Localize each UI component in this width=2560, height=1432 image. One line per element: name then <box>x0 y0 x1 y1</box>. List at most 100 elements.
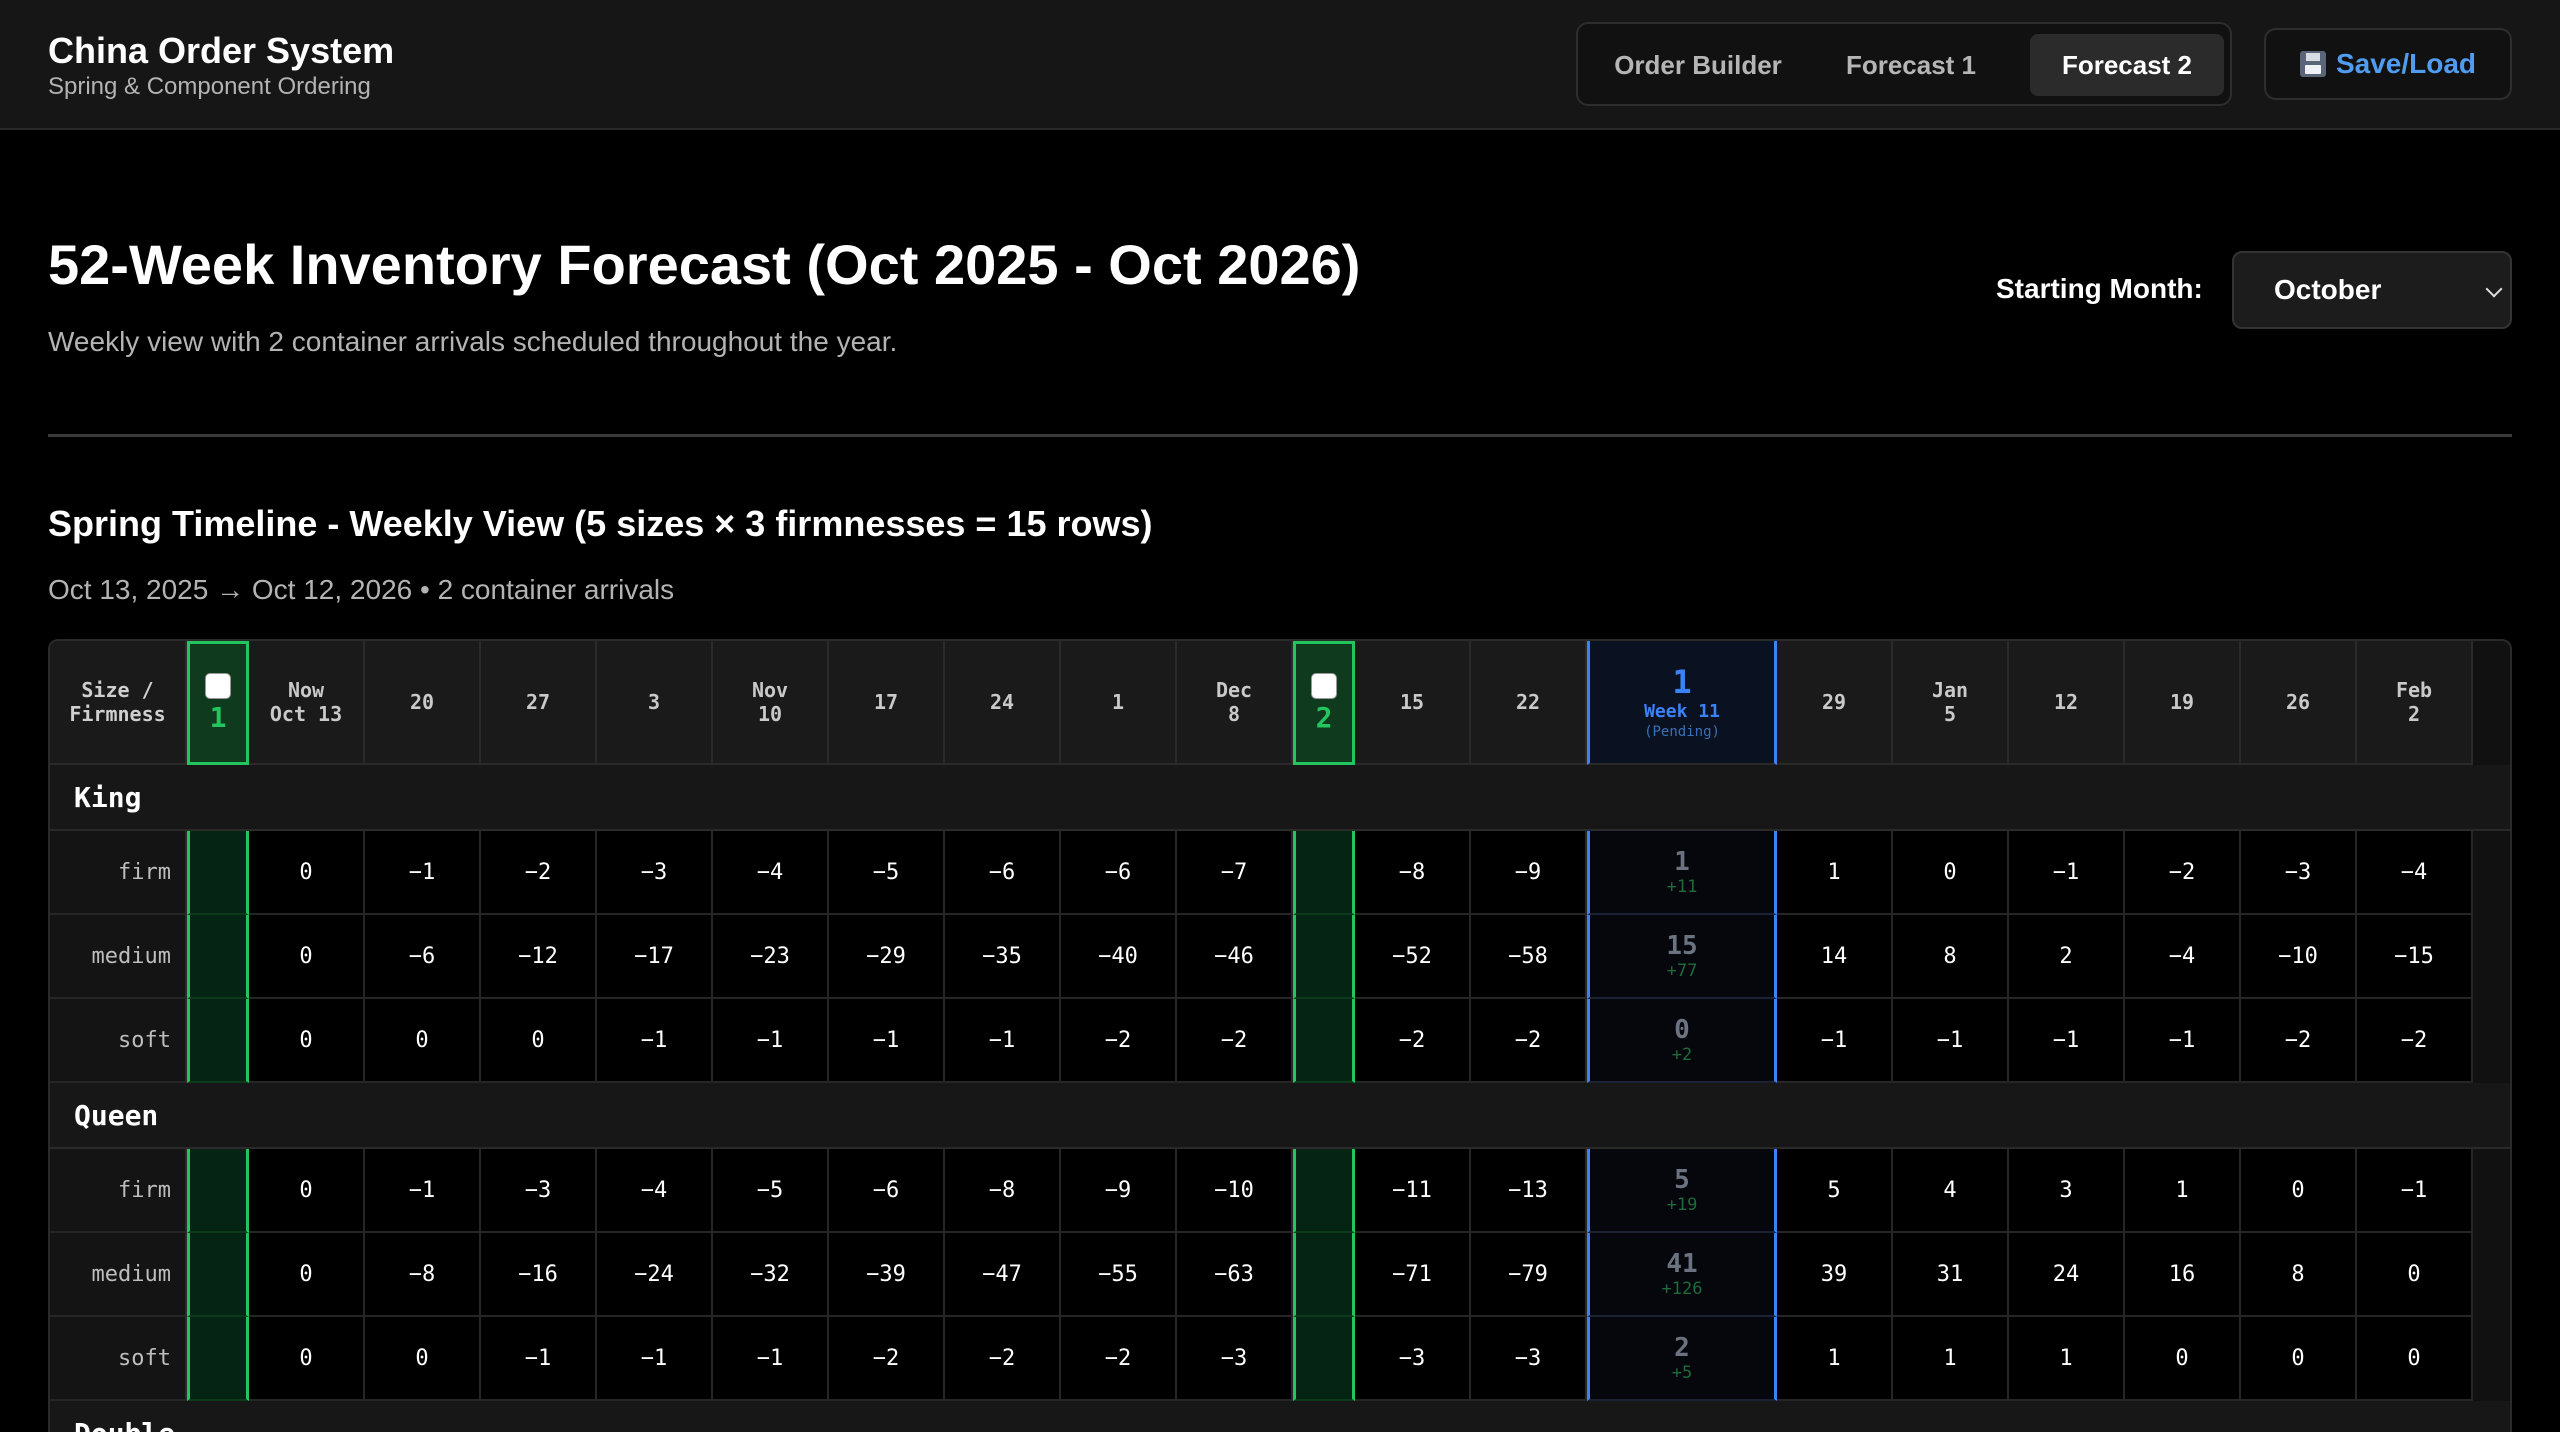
stock-value-cell: −1 <box>2125 999 2241 1083</box>
stock-value-cell: −3 <box>1355 1317 1471 1401</box>
stock-value-cell: −2 <box>829 1317 945 1401</box>
stock-value-cell: 8 <box>1893 915 2009 999</box>
timeline-subtitle: Oct 13, 2025 → Oct 12, 2026 • 2 containe… <box>48 574 675 605</box>
week-header-line-2: 27 <box>525 690 551 714</box>
spring-timeline-grid: Size / Firmness 1 Now Oct 13 20 27 3 Nov 10 17 24 1 D… <box>48 639 2512 1432</box>
container-checkbox[interactable] <box>1311 673 1337 699</box>
timeline-title: Spring Timeline - Weekly View (5 sizes ×… <box>48 503 1153 544</box>
stock-value-cell: −1 <box>2357 1149 2473 1233</box>
stock-value-cell: −3 <box>2241 831 2357 915</box>
stock-value-cell: −2 <box>481 831 597 915</box>
stock-value-cell: −1 <box>1777 999 1893 1083</box>
stock-value-cell: 1 <box>1777 1317 1893 1401</box>
tab-forecast-1[interactable]: Forecast 1 <box>1814 34 2008 96</box>
week-column-header: Jan 5 <box>1893 641 2009 765</box>
week-header-line-2: 26 <box>2285 690 2311 714</box>
pending-delta: +11 <box>1666 877 1698 897</box>
container-arrival-cell <box>187 1233 249 1317</box>
stock-value-cell: −2 <box>1061 1317 1177 1401</box>
stock-value-cell: −79 <box>1471 1233 1587 1317</box>
stock-value-cell: −2 <box>2357 999 2473 1083</box>
pending-stock-value: 41 <box>1666 1249 1698 1279</box>
pending-stock-value: 2 <box>1674 1333 1690 1363</box>
pending-delta: +19 <box>1666 1195 1698 1215</box>
container-arrival-cell <box>187 999 249 1083</box>
stock-value-cell: 39 <box>1777 1233 1893 1317</box>
stock-value-cell: −55 <box>1061 1233 1177 1317</box>
section-divider <box>48 434 2512 437</box>
week-header-line-2: 29 <box>1821 690 1847 714</box>
pending-arrival-cell: 41 +126 <box>1587 1233 1777 1317</box>
stock-value-cell: −4 <box>2357 831 2473 915</box>
pending-delta: +77 <box>1666 961 1698 981</box>
starting-month-select[interactable]: October <box>2232 251 2512 329</box>
stock-value-cell: −1 <box>945 999 1061 1083</box>
container-checkbox[interactable] <box>205 673 231 699</box>
container-arrival-header: 1 <box>187 641 249 765</box>
firmness-label: firm <box>50 831 187 915</box>
week-column-header: 29 <box>1777 641 1893 765</box>
week-header-line-2: 17 <box>873 690 899 714</box>
stock-value-cell: −16 <box>481 1233 597 1317</box>
pending-week-label: Week 11 <box>1644 701 1720 722</box>
container-arrival-header: 2 <box>1293 641 1355 765</box>
stock-value-cell: −2 <box>1177 999 1293 1083</box>
tab-order-builder[interactable]: Order Builder <box>1592 34 1804 96</box>
stock-value-cell: −6 <box>829 1149 945 1233</box>
week-column-header: 3 <box>597 641 713 765</box>
stock-value-cell: 5 <box>1777 1149 1893 1233</box>
week-column-header: 15 <box>1355 641 1471 765</box>
stock-value-cell: −17 <box>597 915 713 999</box>
stock-value-cell: −24 <box>597 1233 713 1317</box>
stock-value-cell: −1 <box>713 999 829 1083</box>
stock-value-cell: −1 <box>597 999 713 1083</box>
week-column-header: 1 <box>1061 641 1177 765</box>
container-arrival-cell <box>1293 999 1355 1083</box>
week-column-header: 17 <box>829 641 945 765</box>
pending-arrival-cell: 1 +11 <box>1587 831 1777 915</box>
pending-delta: +126 <box>1661 1279 1703 1299</box>
stock-value-cell: −2 <box>2241 999 2357 1083</box>
week-header-line-2: 2 <box>2407 702 2421 726</box>
week-header-line-1: Dec <box>1215 678 1253 702</box>
pending-arrival-cell: 0 +2 <box>1587 999 1777 1083</box>
tab-forecast-2[interactable]: Forecast 2 <box>2030 34 2224 96</box>
week-header-line-2: Oct 13 <box>269 702 343 726</box>
stock-value-cell: −1 <box>1893 999 2009 1083</box>
stock-value-cell: −2 <box>1471 999 1587 1083</box>
stock-value-cell: 0 <box>365 1317 481 1401</box>
stock-value-cell: −23 <box>713 915 829 999</box>
stock-value-cell: 0 <box>365 999 481 1083</box>
pending-stock-value: 1 <box>1674 847 1690 877</box>
stock-value-cell: 3 <box>2009 1149 2125 1233</box>
stock-value-cell: −6 <box>1061 831 1177 915</box>
container-arrival-cell <box>187 915 249 999</box>
size-group-label: King <box>74 781 142 814</box>
firmness-label: medium <box>50 1233 187 1317</box>
app-title: China Order System <box>48 30 395 71</box>
save-load-button[interactable]: Save/Load <box>2264 28 2512 100</box>
stock-value-cell: 2 <box>2009 915 2125 999</box>
stock-value-cell: −1 <box>365 831 481 915</box>
size-group-label: Queen <box>74 1099 159 1132</box>
stock-value-cell: 0 <box>2241 1317 2357 1401</box>
stock-value-cell: −35 <box>945 915 1061 999</box>
stock-value-cell: −63 <box>1177 1233 1293 1317</box>
week-column-header: 19 <box>2125 641 2241 765</box>
pending-arrival-cell: 15 +77 <box>1587 915 1777 999</box>
stock-value-cell: −40 <box>1061 915 1177 999</box>
stock-value-cell: −9 <box>1471 831 1587 915</box>
stock-value-cell: −52 <box>1355 915 1471 999</box>
week-header-line-2: 22 <box>1515 690 1541 714</box>
pending-delta: +2 <box>1671 1045 1693 1065</box>
stock-value-cell: 16 <box>2125 1233 2241 1317</box>
stock-value-cell: −2 <box>945 1317 1061 1401</box>
brand: China Order System Spring & Component Or… <box>48 30 394 102</box>
stock-value-cell: −3 <box>1177 1317 1293 1401</box>
stock-value-cell: 24 <box>2009 1233 2125 1317</box>
stock-value-cell: −1 <box>2009 831 2125 915</box>
size-group-row: Queen <box>50 1083 2510 1149</box>
container-arrival-cell <box>1293 1317 1355 1401</box>
stock-value-cell: −1 <box>2009 999 2125 1083</box>
stock-value-cell: −71 <box>1355 1233 1471 1317</box>
